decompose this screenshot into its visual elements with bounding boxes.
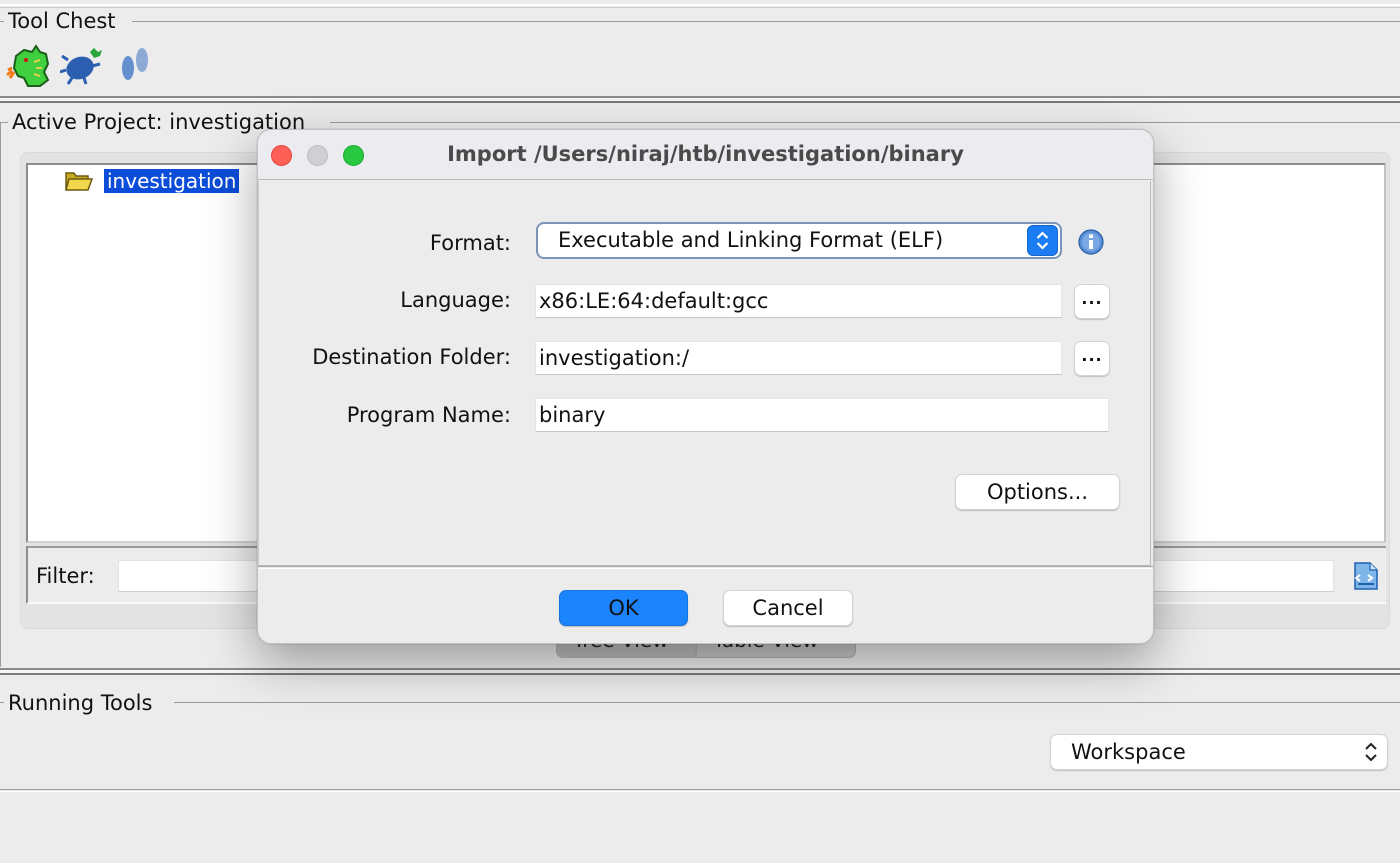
dialog-titlebar[interactable]: Import /Users/niraj/htb/investigation/bi… <box>258 130 1153 180</box>
top-divider <box>0 4 1400 8</box>
workspace-select-value: Workspace <box>1071 740 1186 764</box>
destination-folder-field[interactable]: investigation:/ <box>535 341 1062 375</box>
folder-icon <box>65 172 94 191</box>
info-icon[interactable] <box>1078 229 1104 255</box>
format-select-value: Executable and Linking Format (ELF) <box>558 228 944 252</box>
destination-folder-label: Destination Folder: <box>312 345 511 369</box>
tool-chest-title: Tool Chest <box>4 9 120 33</box>
group-border <box>0 122 1 667</box>
filter-label: Filter: <box>36 564 95 588</box>
tree-node-root[interactable]: investigation <box>64 168 240 194</box>
xml-document-icon[interactable] <box>1350 561 1380 591</box>
format-label: Format: <box>429 231 511 255</box>
ok-button[interactable]: OK <box>559 590 688 626</box>
group-border <box>330 122 1400 123</box>
dialog-footer-divider <box>258 566 1153 569</box>
import-dialog: Import /Users/niraj/htb/investigation/bi… <box>257 129 1154 644</box>
options-button[interactable]: Options... <box>955 474 1120 510</box>
group-border <box>174 702 1400 703</box>
format-select[interactable]: Executable and Linking Format (ELF) <box>536 222 1062 259</box>
bottom-divider <box>0 789 1400 792</box>
updown-chevron-icon <box>1365 742 1377 762</box>
format-select-stepper[interactable] <box>1027 225 1058 256</box>
program-name-label: Program Name: <box>346 403 511 427</box>
language-label: Language: <box>400 288 511 312</box>
running-tools-title: Running Tools <box>4 691 157 715</box>
program-name-field[interactable]: binary <box>535 398 1109 432</box>
language-field[interactable]: x86:LE:64:default:gcc <box>535 284 1062 318</box>
group-border <box>132 21 1400 22</box>
footprints-icon[interactable] <box>116 44 162 90</box>
group-border <box>0 122 8 123</box>
tree-node-label[interactable]: investigation <box>104 169 240 193</box>
cancel-button[interactable]: Cancel <box>723 590 853 626</box>
panel-separator[interactable] <box>0 96 1400 103</box>
language-browse-button[interactable]: ... <box>1074 284 1110 319</box>
updown-chevron-icon <box>1036 231 1049 250</box>
bug-icon[interactable] <box>59 42 106 88</box>
panel-separator[interactable] <box>0 668 1400 675</box>
destination-browse-button[interactable]: ... <box>1074 341 1110 376</box>
dragon-icon[interactable] <box>6 42 52 88</box>
dialog-title: Import /Users/niraj/htb/investigation/bi… <box>447 142 964 166</box>
workspace-select[interactable]: Workspace <box>1050 734 1388 770</box>
